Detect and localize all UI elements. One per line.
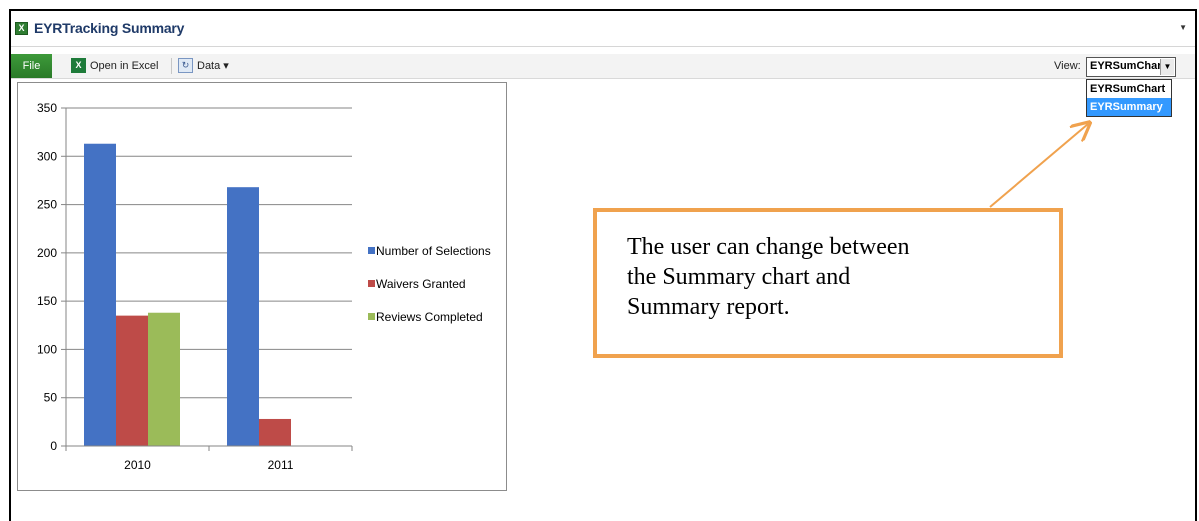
chevron-down-icon[interactable]: ▼ [1179,23,1187,32]
chevron-down-icon[interactable]: ▼ [1160,59,1174,75]
y-tick-label: 250 [37,198,57,212]
x-tick-label: 2011 [268,458,294,472]
toolbar-divider [171,58,172,74]
chart-svg: 0 50 100 150 200 250 300 350 2010 2011 Number of S… [37,101,491,472]
bar-waivers-granted [259,418,291,446]
callout-line-3: Summary report. [627,294,790,320]
legend-label: Reviews Completed [376,310,483,324]
bar-number-of-selections [227,187,259,446]
legend-swatch [368,247,375,254]
bar-waivers-granted [116,315,148,446]
callout-line-1: The user can change between [627,234,910,260]
file-button[interactable]: File [11,54,52,78]
view-option-eyrsumchart[interactable]: EYRSumChart [1087,80,1171,98]
window-title: EYRTracking Summary [34,20,185,36]
bar-reviews-completed [148,312,180,446]
data-refresh-icon: ↻ [178,58,193,73]
y-tick-label: 200 [37,246,57,260]
open-in-excel-button[interactable]: X Open in Excel [71,58,171,74]
legend-label: Number of Selections [376,244,491,258]
y-tick-label: 350 [37,101,57,115]
x-tick-label: 2010 [124,458,151,472]
view-label: View: [1054,60,1081,72]
callout-line-2: the Summary chart and [627,264,851,290]
y-tick-label: 100 [37,342,57,356]
y-tick-label: 50 [44,391,58,405]
y-tick-label: 0 [50,439,57,453]
excel-icon: X [71,58,86,73]
title-bar: X EYRTracking Summary ▼ [11,11,1195,47]
view-dropdown-list: EYRSumChart EYRSummary [1086,79,1172,117]
open-in-excel-label: Open in Excel [90,60,159,72]
view-option-eyrsummary[interactable]: EYRSummary [1087,98,1171,116]
legend-swatch [368,313,375,320]
callout-text: The user can change between the Summary … [627,232,1047,322]
y-tick-label: 150 [37,294,57,308]
ribbon-toolbar: File X Open in Excel ↻ Data ▾ View: EYRS… [11,54,1195,79]
data-menu-button[interactable]: ↻ Data ▾ [178,58,248,74]
view-select-value: EYRSumChart [1090,60,1166,72]
data-menu-label: Data ▾ [197,60,229,72]
callout-box: The user can change between the Summary … [593,208,1063,358]
app-window: X EYRTracking Summary ▼ File X Open in E… [9,9,1197,521]
legend-label: Waivers Granted [376,277,466,291]
y-tick-label: 300 [37,149,57,163]
view-select[interactable]: EYRSumChart ▼ [1086,57,1176,77]
legend-swatch [368,280,375,287]
bar-number-of-selections [84,143,116,446]
excel-app-icon: X [15,22,28,35]
summary-chart: 0 50 100 150 200 250 300 350 2010 2011 Number of S… [17,82,507,491]
